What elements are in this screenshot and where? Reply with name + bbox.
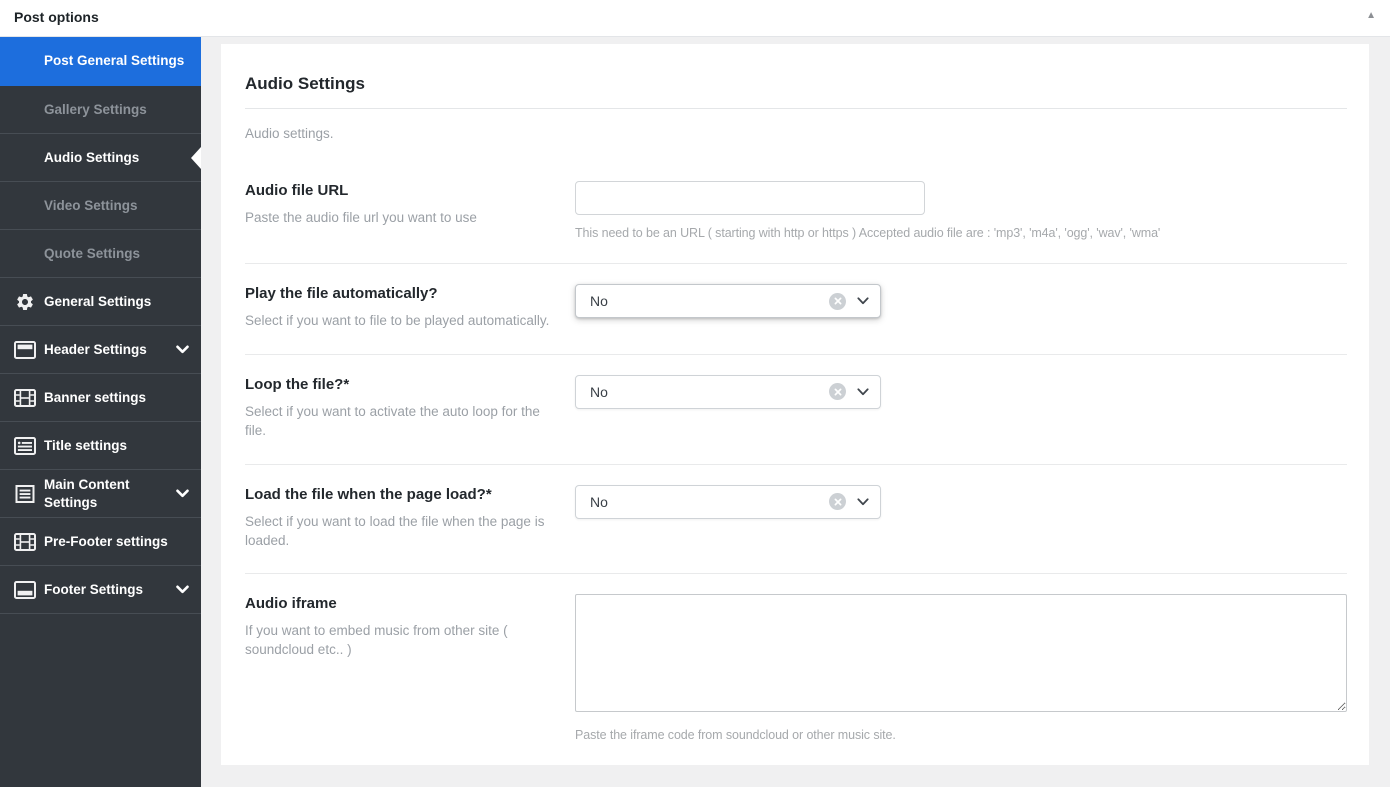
field-row-audio-iframe: Audio iframe If you want to embed music … bbox=[245, 574, 1347, 765]
select-value: No bbox=[590, 493, 608, 510]
sidebar-item-video-settings[interactable]: Video Settings bbox=[0, 182, 201, 230]
sidebar-item-label: Gallery Settings bbox=[44, 101, 147, 117]
field-label: Load the file when the page load?* bbox=[245, 485, 492, 503]
sidebar-item-audio-settings[interactable]: Audio Settings bbox=[0, 134, 201, 182]
audio-settings-panel: Audio Settings Audio settings. Audio fil… bbox=[221, 44, 1369, 765]
field-description: If you want to embed music from other si… bbox=[245, 623, 508, 658]
select-value: No bbox=[590, 293, 608, 309]
sidebar-item-label: Pre-Footer settings bbox=[44, 533, 168, 549]
sidebar-item-header-settings[interactable]: Header Settings bbox=[0, 326, 201, 374]
loop-file-select[interactable]: No bbox=[575, 374, 881, 409]
header-icon bbox=[13, 340, 36, 359]
audio-file-url-input[interactable] bbox=[575, 181, 925, 215]
chevron-down-icon bbox=[857, 297, 869, 305]
sidebar-item-title-settings[interactable]: Title settings bbox=[0, 422, 201, 470]
sidebar-item-gallery-settings[interactable]: Gallery Settings bbox=[0, 86, 201, 134]
field-hint: This need to be an URL ( starting with h… bbox=[575, 226, 1161, 240]
clear-selection-icon[interactable] bbox=[829, 292, 846, 310]
field-label: Loop the file?* bbox=[245, 375, 350, 393]
section-subtitle: Audio settings. bbox=[245, 126, 334, 141]
field-description: Paste the audio file url you want to use bbox=[245, 210, 477, 225]
field-row-audio-file-url: Audio file URL Paste the audio file url … bbox=[245, 161, 1347, 264]
filmstrip-icon bbox=[13, 532, 36, 551]
footer-icon bbox=[13, 580, 36, 599]
field-row-loop-file: Loop the file?* Select if you want to ac… bbox=[245, 355, 1347, 465]
clear-selection-icon[interactable] bbox=[829, 383, 846, 401]
sidebar-item-general-settings[interactable]: General Settings bbox=[0, 278, 201, 326]
field-row-play-automatically: Play the file automatically? Select if y… bbox=[245, 264, 1347, 355]
select-value: No bbox=[590, 383, 608, 400]
settings-sidebar: Post General Settings Gallery Settings A… bbox=[0, 37, 201, 787]
content-lines-icon bbox=[13, 484, 36, 503]
sidebar-item-banner-settings[interactable]: Banner settings bbox=[0, 374, 201, 422]
sidebar-item-label: Quote Settings bbox=[44, 245, 141, 261]
filmstrip-icon bbox=[13, 388, 36, 407]
field-label: Audio iframe bbox=[245, 595, 337, 613]
section-title: Audio Settings bbox=[245, 74, 365, 93]
collapse-toggle-button[interactable]: ▲ bbox=[1366, 7, 1376, 25]
title-list-icon bbox=[13, 436, 36, 455]
gear-icon bbox=[13, 292, 36, 312]
chevron-down-icon bbox=[857, 498, 869, 506]
collapse-up-icon: ▲ bbox=[1366, 10, 1376, 21]
load-on-page-load-select[interactable]: No bbox=[575, 484, 881, 519]
sidebar-item-label: Main Content Settings bbox=[44, 477, 130, 510]
sidebar-item-label: Banner settings bbox=[44, 389, 147, 405]
audio-iframe-textarea[interactable] bbox=[575, 594, 1347, 713]
sidebar-item-label: Footer Settings bbox=[44, 581, 144, 597]
sidebar-item-label: Post General Settings bbox=[44, 53, 185, 69]
field-description: Select if you want to file to be played … bbox=[245, 313, 550, 328]
sidebar-item-quote-settings[interactable]: Quote Settings bbox=[0, 230, 201, 278]
sidebar-item-pre-footer-settings[interactable]: Pre-Footer settings bbox=[0, 518, 201, 567]
field-row-load-on-page-load: Load the file when the page load?* Selec… bbox=[245, 465, 1347, 575]
sidebar-item-label: Title settings bbox=[44, 437, 128, 453]
sidebar-item-main-content-settings[interactable]: Main Content Settings bbox=[0, 470, 201, 519]
sidebar-item-label: General Settings bbox=[44, 293, 152, 309]
field-description: Select if you want to activate the auto … bbox=[245, 403, 540, 438]
field-description: Select if you want to load the file when… bbox=[245, 513, 545, 548]
chevron-down-icon bbox=[176, 585, 189, 594]
chevron-down-icon bbox=[176, 345, 189, 354]
chevron-down-icon bbox=[176, 489, 189, 498]
sidebar-item-footer-settings[interactable]: Footer Settings bbox=[0, 566, 201, 615]
field-hint: Paste the iframe code from soundcloud or… bbox=[575, 728, 896, 743]
field-label: Audio file URL bbox=[245, 182, 349, 199]
metabox-header: Post options ▲ bbox=[0, 0, 1390, 37]
chevron-down-icon bbox=[857, 388, 869, 396]
metabox-title: Post options bbox=[14, 9, 99, 25]
sidebar-item-post-general-settings[interactable]: Post General Settings bbox=[0, 37, 201, 86]
play-automatically-select[interactable]: No bbox=[575, 284, 881, 318]
sidebar-item-label: Header Settings bbox=[44, 341, 147, 357]
field-label: Play the file automatically? bbox=[245, 285, 438, 302]
clear-selection-icon[interactable] bbox=[829, 493, 846, 511]
sidebar-item-label: Video Settings bbox=[44, 197, 138, 213]
sidebar-item-label: Audio Settings bbox=[44, 149, 140, 165]
